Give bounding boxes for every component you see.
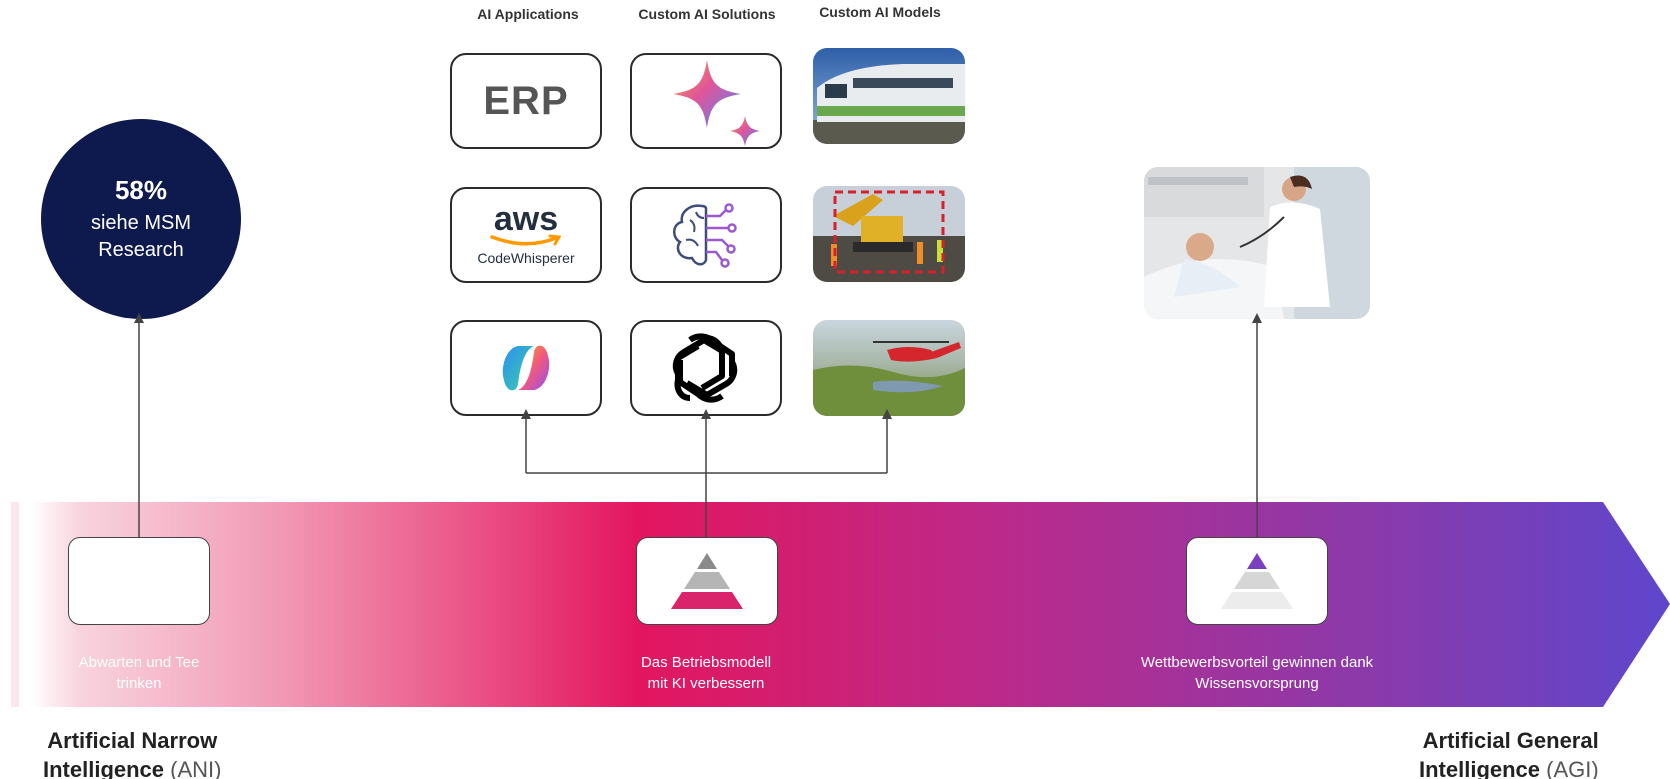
ani-stat-circle: 58% siehe MSM Research	[41, 119, 241, 319]
pyramid-pink-icon	[671, 553, 743, 609]
pyramid-purple-icon	[1221, 553, 1293, 609]
ai-brain-icon	[673, 203, 737, 268]
aws-label: aws	[493, 200, 559, 238]
ai-brain-tile	[630, 187, 782, 283]
ani-circle-line1: siehe MSM	[90, 211, 192, 234]
agi-title-line2: Intelligence	[1419, 757, 1541, 779]
ani-label: Artificial Narrow Intelligence (ANI)	[43, 726, 222, 779]
copilot-icon	[502, 345, 550, 391]
openai-knot-icon	[672, 333, 738, 403]
ani-percent: 58%	[114, 174, 168, 205]
header-custom-ai-solutions: Custom AI Solutions	[638, 6, 776, 22]
erp-label: ERP	[483, 78, 569, 123]
stage-competitive-advantage-label: Wettbewerbsvorteil gewinnen dank Wissens…	[1107, 652, 1407, 694]
stage-operating-model-box	[636, 537, 778, 625]
header-ai-applications: AI Applications	[477, 6, 579, 22]
stage-competitive-advantage-box	[1186, 537, 1328, 625]
stage-operating-model-line1: Das Betriebsmodell	[640, 654, 772, 671]
openai-tile	[630, 320, 782, 416]
ani-title-line1: Artificial Narrow	[47, 728, 218, 753]
amazon-smile-icon	[490, 234, 562, 246]
ani-circle-line2: Research	[98, 238, 184, 261]
gemini-sparkle-icon	[673, 60, 760, 146]
construction-photo	[813, 186, 965, 282]
copilot-tile	[450, 320, 602, 416]
healthcare-photo	[1144, 167, 1370, 319]
agi-abbreviation: (AGI)	[1546, 757, 1599, 779]
codewhisperer-label: CodeWhisperer	[477, 250, 575, 266]
agi-title-line1: Artificial General	[1422, 728, 1599, 753]
train-photo	[813, 48, 965, 144]
stage-ani-line2: trinken	[116, 675, 162, 692]
stage-ani-box	[68, 537, 210, 625]
ani-abbreviation: (ANI)	[170, 757, 222, 779]
stage-operating-model-label: Das Betriebsmodell mit KI verbessern	[576, 652, 836, 694]
stage-operating-model-line2: mit KI verbessern	[647, 675, 765, 692]
stage-ani-label: Abwarten und Tee trinken	[9, 652, 269, 694]
gemini-tile	[630, 53, 782, 149]
erp-tile: ERP	[450, 53, 602, 149]
aws-codewhisperer-tile: aws CodeWhisperer	[450, 187, 602, 283]
helicopter-photo	[813, 320, 965, 416]
stage-competitive-advantage-line2: Wissensvorsprung	[1195, 675, 1319, 692]
agi-label: Artificial General Intelligence (AGI)	[1419, 726, 1599, 779]
header-custom-ai-models: Custom AI Models	[819, 4, 941, 20]
stage-ani-line1: Abwarten und Tee	[78, 654, 200, 671]
ani-title-line2: Intelligence	[43, 757, 165, 779]
stage-competitive-advantage-line1: Wettbewerbsvorteil gewinnen dank	[1140, 654, 1374, 671]
